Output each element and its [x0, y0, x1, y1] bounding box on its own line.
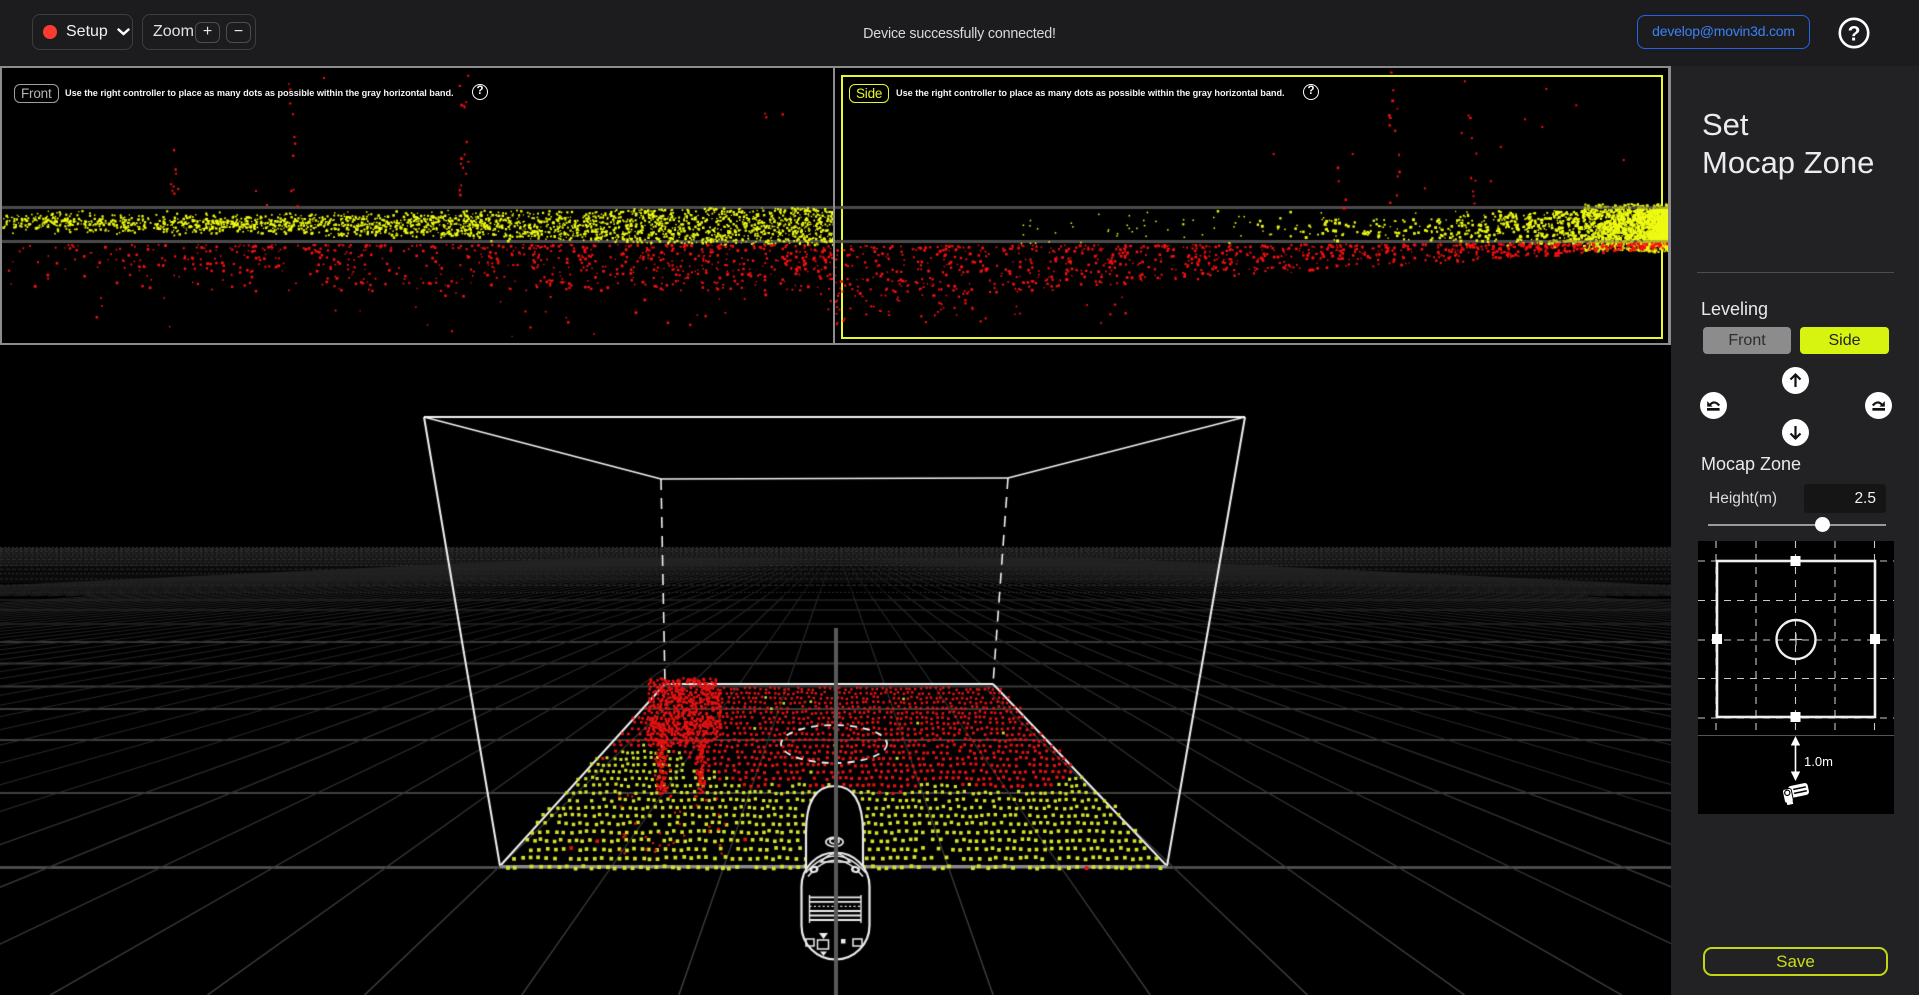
- svg-text:?: ?: [1848, 23, 1861, 46]
- svg-text:1.0m: 1.0m: [1804, 754, 1833, 769]
